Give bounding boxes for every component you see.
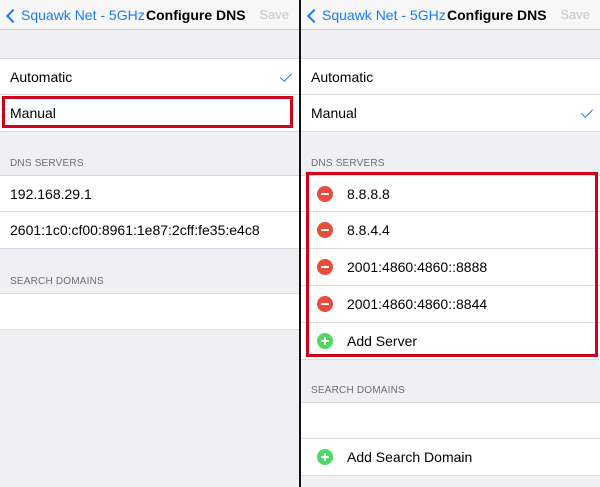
chevron-left-icon	[5, 8, 21, 23]
navigation-bar: Squawk Net - 5GHz Configure DNS Save	[301, 0, 600, 30]
chevron-left-icon	[306, 8, 322, 23]
dns-server-row[interactable]: 2001:4860:4860::8844	[301, 286, 600, 323]
delete-minus-icon[interactable]	[317, 222, 333, 238]
search-domains-header: SEARCH DOMAINS	[311, 385, 405, 396]
add-plus-icon[interactable]	[317, 333, 333, 349]
back-label: Squawk Net - 5GHz	[322, 7, 446, 23]
dns-servers-header: DNS SERVERS	[311, 158, 385, 169]
dns-server-address: 8.8.4.4	[347, 222, 390, 238]
automatic-label: Automatic	[10, 68, 73, 85]
add-search-domain-label: Add Search Domain	[347, 449, 473, 465]
back-button[interactable]: Squawk Net - 5GHz	[5, 4, 145, 26]
checkmark-icon	[279, 69, 293, 82]
add-server-row[interactable]: Add Server	[301, 323, 600, 360]
dns-server-row[interactable]: 192.168.29.1	[0, 175, 299, 212]
page-title: Configure DNS	[146, 7, 246, 23]
search-domains-header: SEARCH DOMAINS	[10, 276, 104, 287]
back-label: Squawk Net - 5GHz	[21, 7, 145, 23]
automatic-option[interactable]: Automatic	[0, 58, 299, 95]
add-search-domain-row[interactable]: Add Search Domain	[301, 439, 600, 476]
dns-server-address: 2001:4860:4860::8888	[347, 259, 488, 275]
delete-minus-icon[interactable]	[317, 185, 333, 202]
dns-server-address: 2601:1c0:cf00:8961:1e87:2cff:fe35:e4c8	[10, 222, 260, 238]
dns-server-address: 192.168.29.1	[10, 185, 92, 202]
right-panel: Squawk Net - 5GHz Configure DNS Save Aut…	[301, 0, 600, 487]
back-button[interactable]: Squawk Net - 5GHz	[306, 4, 446, 26]
dns-server-address: 2001:4860:4860::8844	[347, 296, 488, 312]
checkmark-icon	[580, 105, 594, 118]
save-button[interactable]: Save	[560, 4, 590, 26]
automatic-label: Automatic	[311, 68, 374, 85]
save-button[interactable]: Save	[259, 4, 289, 26]
navigation-bar: Squawk Net - 5GHz Configure DNS Save	[0, 0, 299, 30]
dns-server-row[interactable]: 2601:1c0:cf00:8961:1e87:2cff:fe35:e4c8	[0, 212, 299, 249]
comparison-stage: Squawk Net - 5GHz Configure DNS Save Aut…	[0, 0, 600, 487]
dns-servers-header: DNS SERVERS	[10, 158, 84, 169]
dns-server-row[interactable]: 2001:4860:4860::8888	[301, 249, 600, 286]
dns-server-row[interactable]: 8.8.8.8	[301, 175, 600, 212]
add-plus-icon[interactable]	[317, 449, 333, 465]
dns-server-address: 8.8.8.8	[347, 185, 390, 202]
dns-server-row[interactable]: 8.8.4.4	[301, 212, 600, 249]
search-domain-empty-row[interactable]	[0, 293, 299, 330]
manual-label: Manual	[311, 105, 357, 121]
page-title: Configure DNS	[447, 7, 547, 23]
delete-minus-icon[interactable]	[317, 296, 333, 312]
add-server-label: Add Server	[347, 333, 418, 349]
left-panel: Squawk Net - 5GHz Configure DNS Save Aut…	[0, 0, 299, 487]
search-domain-empty-row[interactable]	[301, 402, 600, 439]
delete-minus-icon[interactable]	[317, 259, 333, 275]
manual-label: Manual	[10, 105, 56, 121]
manual-option[interactable]: Manual	[0, 95, 299, 132]
automatic-option[interactable]: Automatic	[301, 58, 600, 95]
manual-option[interactable]: Manual	[301, 95, 600, 132]
